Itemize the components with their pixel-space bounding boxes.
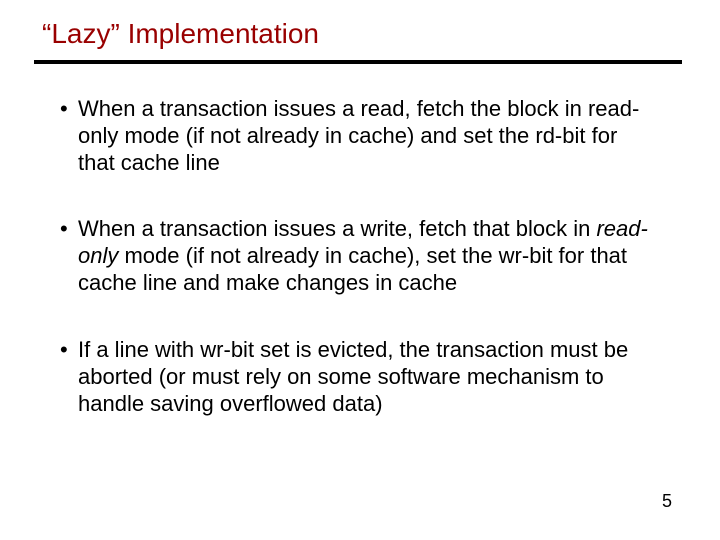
- slide-body: When a transaction issues a read, fetch …: [60, 96, 650, 457]
- bullet-item: If a line with wr-bit set is evicted, th…: [60, 337, 650, 417]
- slide-title: “Lazy” Implementation: [42, 18, 319, 50]
- bullet-text: When a transaction issues a read, fetch …: [78, 96, 639, 175]
- bullet-text-pre: When a transaction issues a write, fetch…: [78, 216, 596, 241]
- bullet-item: When a transaction issues a read, fetch …: [60, 96, 650, 176]
- slide: “Lazy” Implementation When a transaction…: [0, 0, 720, 540]
- bullet-text-post: mode (if not already in cache), set the …: [78, 243, 627, 295]
- bullet-item: When a transaction issues a write, fetch…: [60, 216, 650, 296]
- bullet-text: If a line with wr-bit set is evicted, th…: [78, 337, 628, 416]
- title-divider: [34, 60, 682, 64]
- page-number: 5: [662, 491, 672, 512]
